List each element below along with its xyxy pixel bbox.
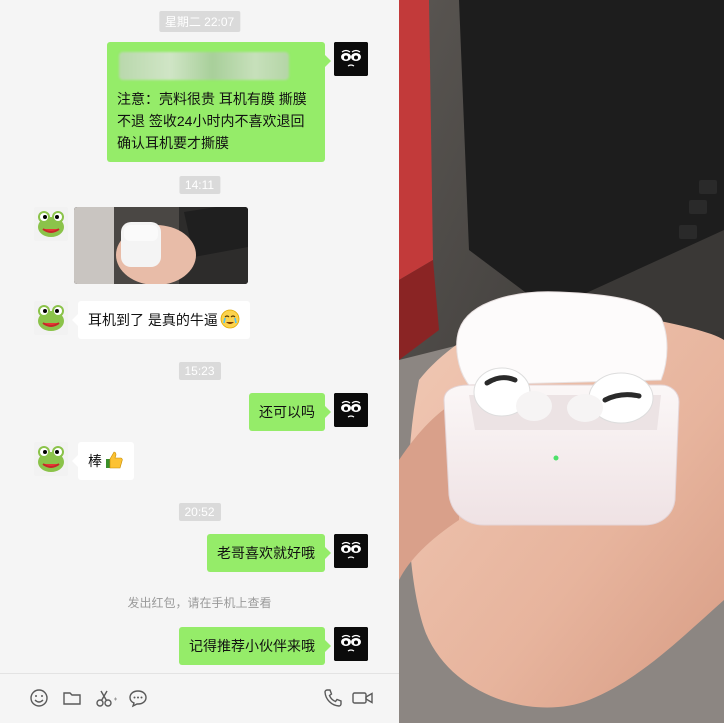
sent-message-bubble[interactable]: 注意：壳料很贵 耳机有膜 撕膜 不退 签收24小时内不喜欢退回 确认耳机要才撕膜 bbox=[107, 42, 331, 162]
thumbs-up-emoji-icon bbox=[106, 451, 123, 469]
contact-avatar[interactable] bbox=[34, 301, 68, 335]
message-line: 不退 签收24小时内不喜欢退回 bbox=[117, 113, 305, 129]
message-text: 记得推荐小伙伴来哦 bbox=[189, 638, 315, 654]
message-text: 老哥喜欢就好哦 bbox=[217, 545, 315, 561]
sent-message-bubble[interactable]: 记得推荐小伙伴来哦 bbox=[179, 627, 331, 665]
my-avatar[interactable] bbox=[334, 393, 368, 427]
message-text: 还可以吗 bbox=[259, 404, 315, 420]
timestamp: 星期二 22:07 bbox=[158, 11, 241, 32]
timestamp: 15:23 bbox=[178, 362, 221, 380]
earbuds-photo bbox=[399, 0, 724, 723]
message-line: 注意：壳料很贵 耳机有膜 撕膜 bbox=[117, 91, 307, 107]
chat-panel: 星期二 22:07 注意：壳料很贵 耳机有膜 撕膜 不退 签收24小时内不喜欢退… bbox=[0, 0, 399, 723]
my-avatar[interactable] bbox=[334, 534, 368, 568]
smile-icon[interactable] bbox=[29, 688, 49, 708]
blurred-text bbox=[119, 52, 289, 80]
crying-emoji-icon bbox=[220, 309, 240, 329]
my-avatar[interactable] bbox=[334, 627, 368, 661]
chat-bubble-icon[interactable] bbox=[128, 688, 148, 708]
sent-message-bubble[interactable]: 老哥喜欢就好哦 bbox=[207, 534, 331, 572]
timestamp: 20:52 bbox=[178, 503, 221, 521]
timestamp: 14:11 bbox=[178, 176, 221, 194]
scissors-icon[interactable] bbox=[95, 688, 119, 708]
received-image-thumbnail[interactable] bbox=[74, 207, 248, 284]
my-avatar[interactable] bbox=[334, 42, 368, 76]
message-text: 棒 bbox=[88, 453, 102, 469]
received-message-bubble[interactable]: 耳机到了 是真的牛逼 bbox=[72, 301, 250, 339]
video-icon[interactable] bbox=[352, 688, 374, 708]
folder-icon[interactable] bbox=[62, 688, 82, 708]
contact-avatar[interactable] bbox=[34, 207, 68, 241]
received-message-bubble[interactable]: 棒 bbox=[72, 442, 134, 480]
input-toolbar bbox=[0, 673, 399, 723]
message-text: 耳机到了 是真的牛逼 bbox=[88, 312, 218, 328]
system-notice: 发出红包，请在手机上查看 bbox=[127, 596, 272, 610]
sent-message-bubble[interactable]: 还可以吗 bbox=[249, 393, 331, 431]
phone-icon[interactable] bbox=[323, 688, 343, 708]
message-line: 确认耳机要才撕膜 bbox=[117, 135, 229, 151]
contact-avatar[interactable] bbox=[34, 442, 68, 476]
